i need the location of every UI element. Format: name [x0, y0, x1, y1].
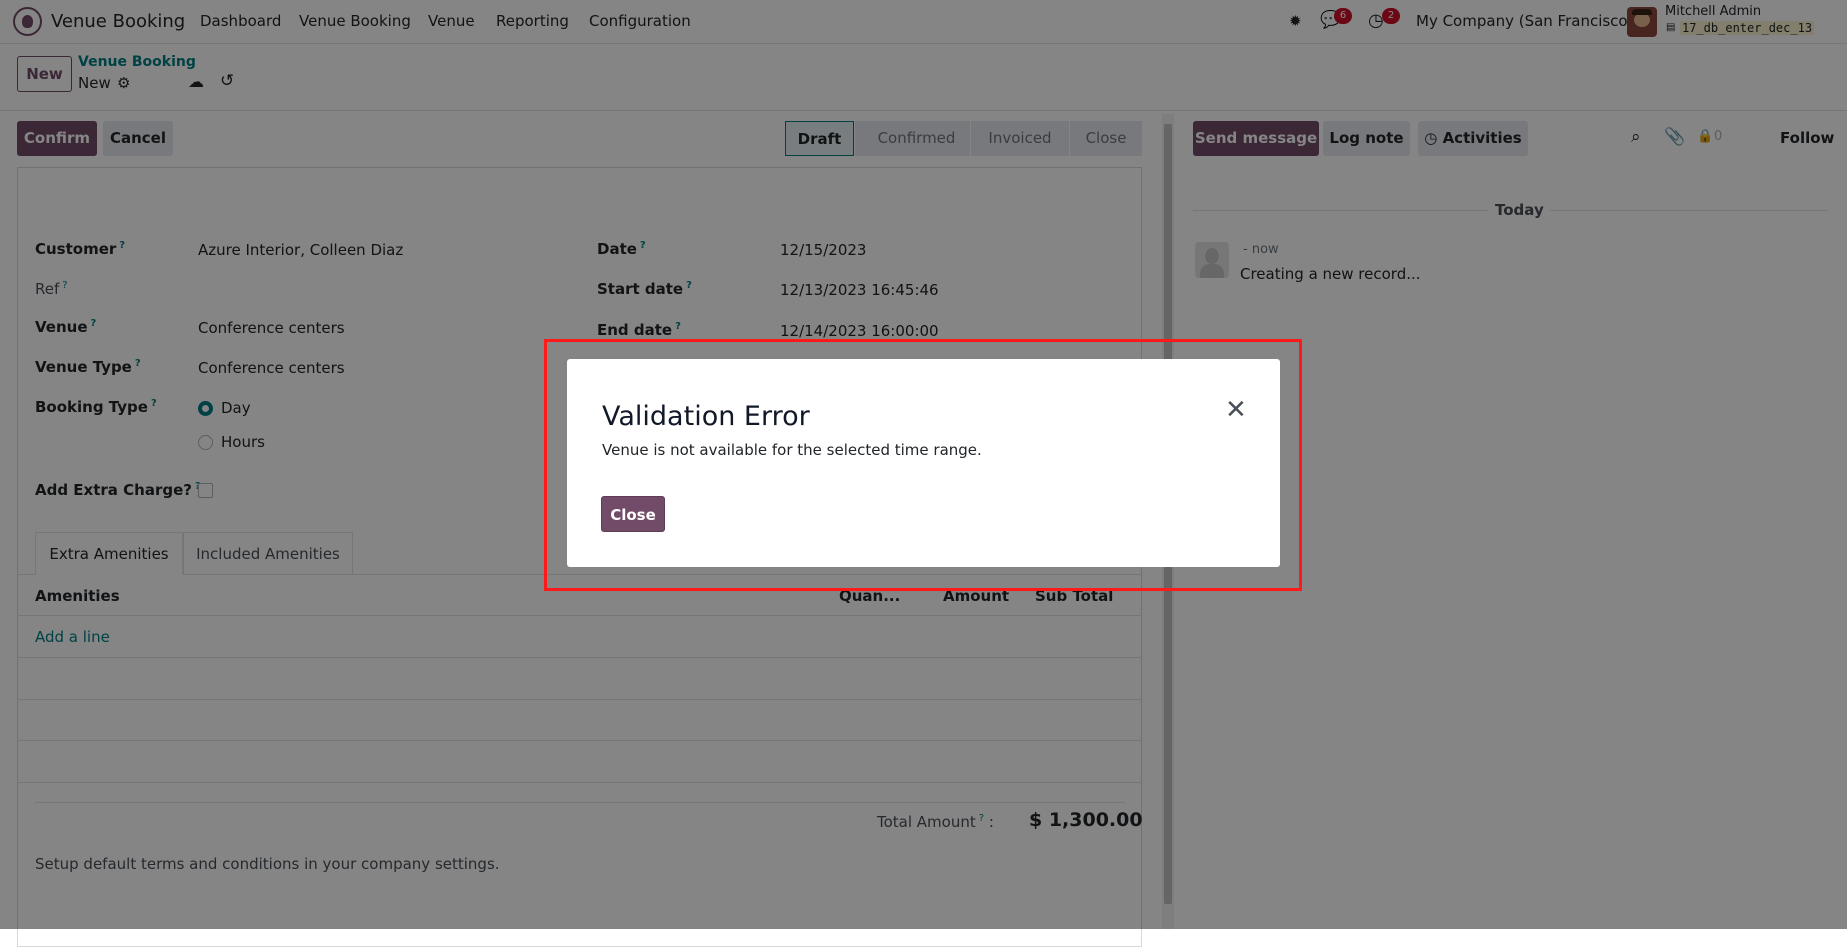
dialog-close-button[interactable]: Close	[601, 496, 665, 532]
validation-error-dialog: Validation Error ✕ Venue is not availabl…	[567, 359, 1280, 567]
dialog-message: Venue is not available for the selected …	[602, 441, 982, 459]
dialog-title: Validation Error	[602, 401, 810, 432]
close-icon[interactable]: ✕	[1225, 397, 1247, 423]
